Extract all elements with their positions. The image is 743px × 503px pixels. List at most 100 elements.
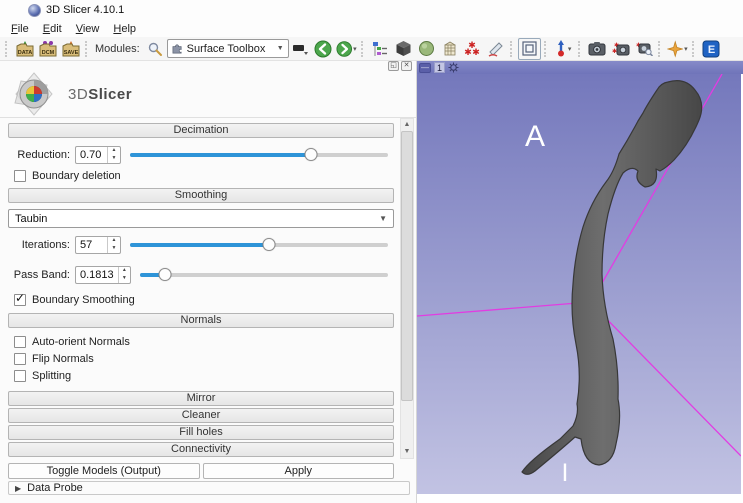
section-mirror[interactable]: Mirror	[8, 391, 394, 406]
load-data-button[interactable]: DATA	[13, 38, 36, 60]
menu-view[interactable]: View	[69, 22, 107, 36]
view-name-badge: 1	[434, 62, 445, 73]
reduction-spinbox[interactable]: 0.70 ▲▼	[75, 146, 121, 164]
spinner-buttons[interactable]: ▲▼	[107, 237, 120, 253]
slider-handle[interactable]	[304, 148, 317, 161]
flip-normals-checkbox[interactable]: ✓	[14, 353, 26, 365]
expand-arrow-icon: ▶	[15, 484, 21, 493]
panel-undock-button[interactable]: ◱	[388, 61, 399, 71]
scene-restore-icon: ✱	[634, 41, 653, 56]
toolbar-grip	[510, 41, 515, 57]
section-cleaner[interactable]: Cleaner	[8, 408, 394, 423]
save-button[interactable]: SAVE	[59, 38, 82, 60]
reduction-slider[interactable]	[130, 148, 388, 162]
dark-cube-icon	[395, 40, 412, 57]
pen-icon	[487, 41, 504, 57]
annotations-button[interactable]	[484, 38, 507, 60]
spinner-buttons[interactable]: ▲▼	[118, 267, 130, 283]
favorite-modules-button[interactable]: ▾	[666, 38, 689, 60]
reduction-label: Reduction:	[8, 149, 70, 161]
slider-handle[interactable]	[263, 238, 276, 251]
save-icon: SAVE	[61, 40, 81, 58]
module-list-icon	[372, 41, 388, 57]
svg-text:✱: ✱	[472, 47, 480, 57]
passband-spinbox[interactable]: 0.1813 ▲▼	[75, 266, 131, 284]
arrow-forward-icon	[336, 40, 352, 58]
module-selector[interactable]: Surface Toolbox ▼	[167, 39, 289, 58]
svg-text:✱: ✱	[464, 47, 472, 57]
threed-viewport: — 1	[417, 61, 743, 503]
menu-edit[interactable]: Edit	[36, 22, 69, 36]
section-smoothing[interactable]: Smoothing	[8, 188, 394, 203]
markups-button[interactable]: ✱ ✱ ✱	[461, 38, 484, 60]
volume-rendering-button[interactable]	[415, 38, 438, 60]
svg-text:DCM: DCM	[41, 50, 54, 56]
search-icon	[147, 41, 163, 57]
slider-handle[interactable]	[158, 268, 171, 281]
layout-selector-button[interactable]	[518, 38, 541, 60]
window-title: 3D Slicer 4.10.1	[46, 4, 124, 16]
screenshot-button[interactable]	[586, 38, 609, 60]
data-probe-section[interactable]: ▶ Data Probe	[8, 481, 410, 495]
panel-scrollbar[interactable]: ▲ ▼	[400, 118, 414, 459]
module-search-button[interactable]	[144, 38, 167, 60]
svg-text:DATA: DATA	[17, 50, 31, 56]
iterations-slider[interactable]	[130, 238, 388, 252]
scrollbar-thumb[interactable]	[401, 131, 413, 401]
panel-close-button[interactable]: ✕	[401, 61, 412, 71]
svg-text:SAVE: SAVE	[63, 50, 78, 56]
menu-help[interactable]: Help	[106, 22, 143, 36]
scroll-up-icon[interactable]: ▲	[404, 119, 411, 131]
scroll-down-icon[interactable]: ▼	[404, 446, 411, 458]
extension-manager-button[interactable]: E	[700, 38, 723, 60]
models-module-button[interactable]	[392, 38, 415, 60]
dicom-button[interactable]: DCM	[36, 38, 59, 60]
auto-orient-normals-checkbox[interactable]: ✓	[14, 336, 26, 348]
green-sphere-icon	[418, 40, 435, 57]
flip-normals-label: Flip Normals	[32, 353, 94, 365]
chevron-down-icon: ▼	[379, 214, 387, 223]
passband-label: Pass Band:	[8, 269, 70, 281]
section-fill-holes[interactable]: Fill holes	[8, 425, 394, 440]
section-normals[interactable]: Normals	[8, 313, 394, 328]
view-controller-bar: — 1	[417, 61, 743, 74]
boundary-smoothing-row: ✓ Boundary Smoothing	[14, 294, 394, 306]
arrow-back-icon	[314, 40, 332, 58]
spinner-buttons[interactable]: ▲▼	[107, 147, 120, 163]
slicer-wordmark: 3DSlicer	[68, 86, 132, 103]
module-panel: ◱ ✕ 3DSlicer Decimation	[0, 61, 417, 503]
view-options-gear-icon[interactable]	[448, 62, 459, 73]
apply-button[interactable]: Apply	[203, 463, 395, 479]
menu-bar: File Edit View Help	[0, 20, 743, 37]
module-list-button[interactable]	[369, 38, 392, 60]
menu-file[interactable]: File	[4, 22, 36, 36]
module-history-button[interactable]	[289, 38, 312, 60]
smoothing-method-select[interactable]: Taubin ▼	[8, 209, 394, 228]
iterations-spinbox[interactable]: 57 ▲▼	[75, 236, 121, 254]
splitting-checkbox[interactable]: ✓	[14, 370, 26, 382]
module-selector-value: Surface Toolbox	[187, 43, 273, 55]
toggle-models-button[interactable]: Toggle Models (Output)	[8, 463, 200, 479]
scene-view-restore-button[interactable]: ✱	[632, 38, 655, 60]
toolbar-grip	[578, 41, 583, 57]
passband-row: Pass Band: 0.1813 ▲▼	[8, 266, 394, 284]
reduction-row: Reduction: 0.70 ▲▼	[8, 146, 394, 164]
boundary-smoothing-checkbox[interactable]: ✓	[14, 294, 26, 306]
module-scroll-area: Decimation Reduction: 0.70 ▲▼ ✓ Bo	[0, 118, 416, 479]
history-forward-button[interactable]: ▾	[335, 38, 358, 60]
history-back-button[interactable]	[312, 38, 335, 60]
crosshair-button[interactable]: ▾	[552, 38, 575, 60]
section-connectivity[interactable]: Connectivity	[8, 442, 394, 457]
layout-icon	[522, 41, 537, 56]
threed-render-canvas[interactable]: A I	[417, 74, 741, 494]
transforms-button[interactable]	[438, 38, 461, 60]
scene-view-capture-button[interactable]: ✱ ✱	[609, 38, 632, 60]
section-decimation[interactable]: Decimation	[8, 123, 394, 138]
auto-orient-normals-row: ✓ Auto-orient Normals	[14, 336, 394, 348]
view-pin-button[interactable]: —	[419, 63, 431, 73]
dicom-icon: DCM	[38, 40, 58, 58]
boundary-smoothing-label: Boundary Smoothing	[32, 294, 135, 306]
title-bar: 3D Slicer 4.10.1	[0, 0, 743, 20]
boundary-deletion-checkbox[interactable]: ✓	[14, 170, 26, 182]
passband-slider[interactable]	[140, 268, 388, 282]
